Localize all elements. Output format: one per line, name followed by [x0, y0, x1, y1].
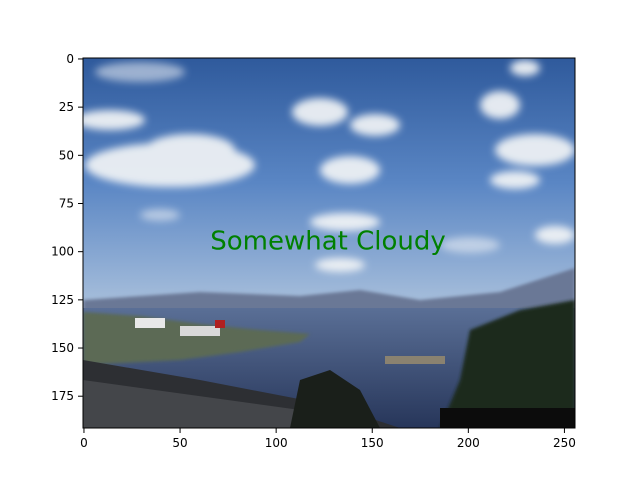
x-tick-label: 250 [553, 436, 576, 450]
overlay-label: Somewhat Cloudy [210, 227, 446, 257]
y-tick-label: 50 [59, 148, 74, 162]
y-axis: 0 25 50 75 100 125 150 175 [51, 52, 83, 403]
y-tick-label: 125 [51, 293, 74, 307]
x-tick-label: 0 [80, 436, 88, 450]
y-tick-label: 100 [51, 245, 74, 259]
y-tick-label: 25 [59, 100, 74, 114]
figure: 0 50 100 150 200 250 0 25 50 75 100 125 150 175 Some… [51, 52, 576, 450]
x-tick-label: 200 [457, 436, 480, 450]
x-axis: 0 50 100 150 200 250 [80, 428, 576, 450]
x-tick-label: 50 [172, 436, 187, 450]
y-tick-label: 150 [51, 341, 74, 355]
x-tick-label: 150 [361, 436, 384, 450]
x-tick-label: 100 [265, 436, 288, 450]
y-tick-label: 75 [59, 196, 74, 210]
y-tick-label: 175 [51, 389, 74, 403]
y-tick-label: 0 [66, 52, 74, 66]
